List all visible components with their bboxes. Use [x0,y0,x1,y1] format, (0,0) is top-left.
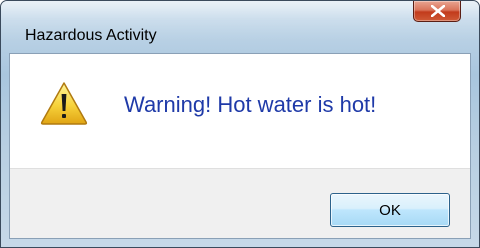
warning-message: Warning! Hot water is hot! [124,92,377,117]
title-bar[interactable]: Hazardous Activity [1,1,479,44]
button-bar: OK [10,168,470,238]
ok-button[interactable]: OK [330,193,450,227]
warning-icon [40,82,88,125]
message-area: Warning! Hot water is hot! [10,54,470,168]
close-button[interactable] [413,1,461,22]
window-bottom-frame [1,239,479,247]
dialog-body: Warning! Hot water is hot! OK [9,53,471,239]
window-title: Hazardous Activity [25,27,157,44]
dialog-window: Hazardous Activity Warning! Hot water is… [0,0,480,248]
close-icon [431,5,445,17]
